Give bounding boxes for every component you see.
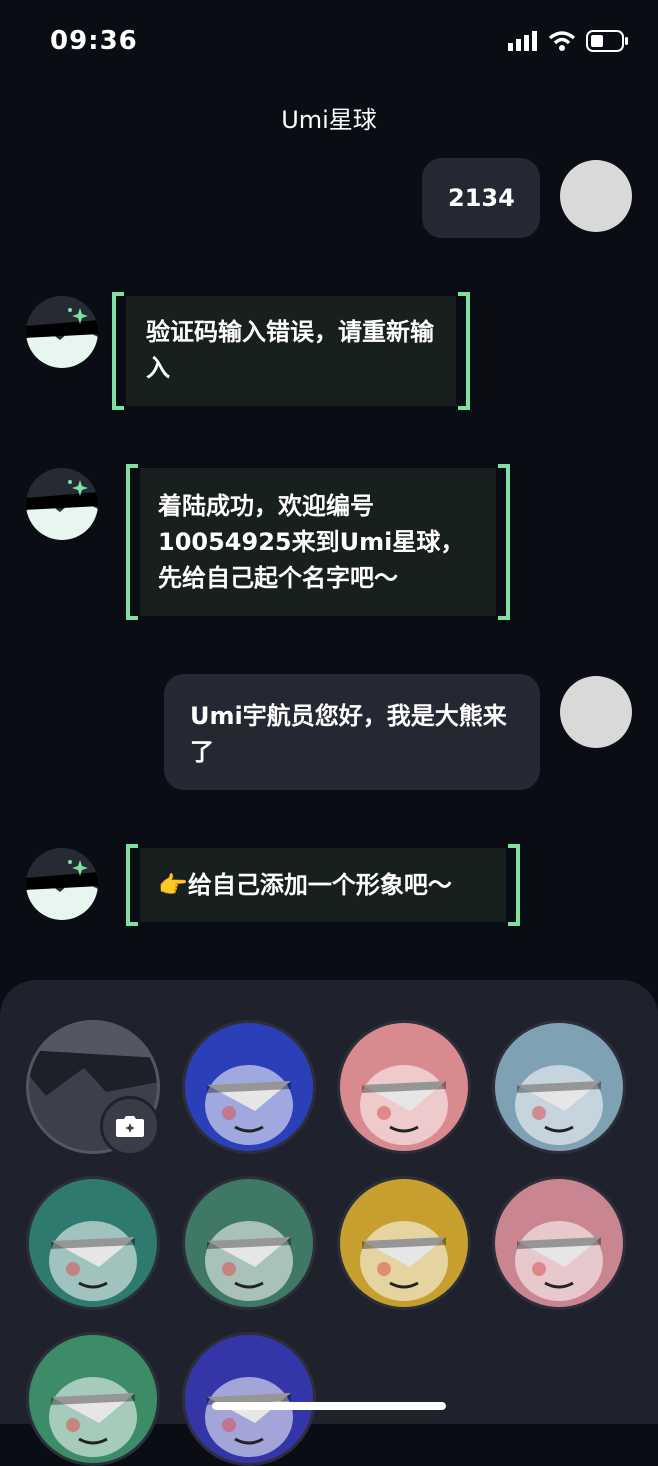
camera-button[interactable]	[100, 1096, 160, 1156]
status-bar: 09:36	[0, 0, 658, 84]
message-text: 着陆成功，欢迎编号10054925来到Umi星球，先给自己起个名字吧～	[158, 492, 465, 592]
avatar-option[interactable]	[182, 1332, 316, 1466]
sparkle-icon	[26, 480, 98, 540]
character-avatar-icon	[360, 1065, 448, 1145]
wifi-icon	[548, 31, 576, 51]
message-text: 2134	[448, 184, 515, 212]
character-avatar-icon	[515, 1065, 603, 1145]
avatar-option[interactable]	[492, 1176, 626, 1310]
avatar-option[interactable]	[182, 1020, 316, 1154]
avatar-option[interactable]	[492, 1020, 626, 1154]
avatar-option[interactable]	[337, 1176, 471, 1310]
character-avatar-icon	[360, 1221, 448, 1301]
camera-icon	[116, 1116, 144, 1137]
home-indicator[interactable]	[212, 1402, 446, 1410]
character-avatar-icon	[49, 1221, 137, 1301]
message-text: 👉给自己添加一个形象吧～	[158, 871, 452, 899]
user-message-bubble: 2134	[422, 158, 540, 238]
avatar-option[interactable]	[182, 1176, 316, 1310]
bot-avatar	[26, 296, 98, 368]
character-avatar-icon	[205, 1377, 293, 1457]
bot-message-bubble: 着陆成功，欢迎编号10054925来到Umi星球，先给自己起个名字吧～	[126, 464, 510, 620]
bot-avatar	[26, 468, 98, 540]
message-text: Umi宇航员您好，我是大熊来了	[190, 702, 507, 766]
user-avatar[interactable]	[560, 676, 632, 748]
page-title: Umi星球	[281, 106, 377, 134]
character-avatar-icon	[49, 1377, 137, 1457]
avatar-option[interactable]	[26, 1332, 160, 1466]
message-text: 验证码输入错误，请重新输入	[146, 318, 434, 382]
character-avatar-icon	[205, 1221, 293, 1301]
sparkle-icon	[26, 308, 98, 368]
bot-message-bubble: 👉给自己添加一个形象吧～	[126, 844, 520, 926]
sparkle-icon	[26, 860, 98, 920]
character-avatar-icon	[205, 1065, 293, 1145]
cellular-signal-icon	[508, 31, 537, 51]
avatar-option[interactable]	[337, 1020, 471, 1154]
battery-icon	[586, 30, 628, 52]
user-avatar[interactable]	[560, 160, 632, 232]
user-message-bubble: Umi宇航员您好，我是大熊来了	[164, 674, 540, 790]
bot-avatar	[26, 848, 98, 920]
status-time: 09:36	[50, 26, 138, 56]
character-avatar-icon	[515, 1221, 603, 1301]
bot-message-bubble: 验证码输入错误，请重新输入	[112, 292, 470, 410]
avatar-option[interactable]	[26, 1176, 160, 1310]
